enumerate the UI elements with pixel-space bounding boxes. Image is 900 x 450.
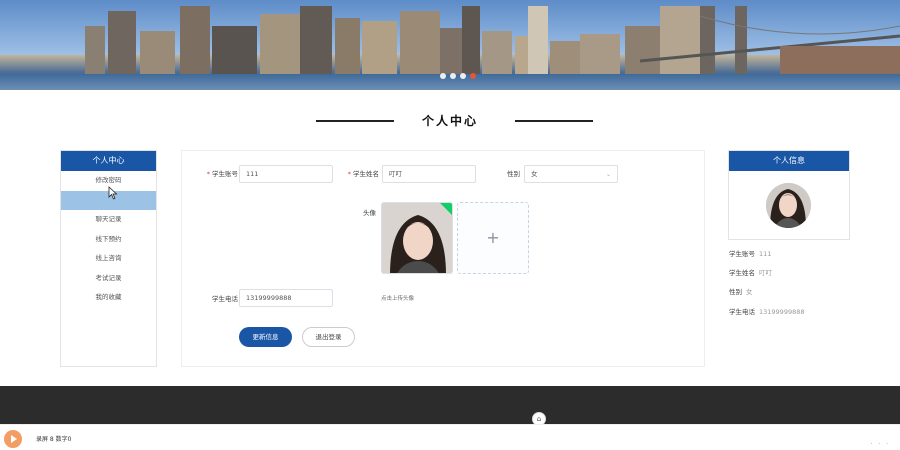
upload-success-check-icon xyxy=(440,203,452,215)
play-icon[interactable] xyxy=(4,430,22,448)
info-row-phone: 学生电话 13199999888 xyxy=(729,307,805,317)
required-mark: * xyxy=(206,170,210,178)
carousel-dot[interactable] xyxy=(450,73,456,79)
carousel-dot-active[interactable] xyxy=(470,73,476,79)
sidebar-header: 个人中心 xyxy=(61,151,156,171)
banner-carousel[interactable] xyxy=(0,0,900,90)
avatar-label: 头像 xyxy=(363,209,376,217)
avatar-image xyxy=(766,183,811,228)
avatar-upload-button[interactable]: + xyxy=(457,202,529,274)
recorder-status-text: 录屏 8 数字0 xyxy=(36,436,72,443)
sidebar-menu: 个人中心 修改密码 聊天记录 线下预约 线上咨询 考试记录 我的收藏 xyxy=(60,150,157,367)
title-divider-left xyxy=(316,120,394,122)
info-value: 叮叮 xyxy=(759,269,772,277)
gender-selected-value: 女 xyxy=(531,170,538,178)
info-row-gender: 性别女 xyxy=(729,287,753,297)
sidebar-item-exam-records[interactable]: 考试记录 xyxy=(61,269,156,289)
info-value: 111 xyxy=(759,250,772,258)
update-info-button[interactable]: 更新信息 xyxy=(239,327,292,347)
sidebar-item-offline-appointment[interactable]: 线下预约 xyxy=(61,230,156,250)
gender-label: 性别 xyxy=(507,170,520,178)
section-header: 个人中心 xyxy=(0,110,900,130)
info-label: 学生电话 xyxy=(729,308,755,316)
plus-icon: + xyxy=(486,228,500,247)
page-footer: ⌂ xyxy=(0,386,900,426)
more-icon[interactable]: · · · xyxy=(870,441,890,448)
info-row-account: 学生账号 111 xyxy=(729,249,771,259)
required-mark: * xyxy=(347,170,351,178)
gender-select[interactable]: 女 ⌄ xyxy=(524,165,618,183)
carousel-indicators xyxy=(440,73,476,79)
carousel-dot[interactable] xyxy=(440,73,446,79)
sidebar-item-chat-history[interactable]: 聊天记录 xyxy=(61,210,156,230)
mouse-cursor-icon xyxy=(108,186,118,200)
carousel-dot[interactable] xyxy=(460,73,466,79)
title-divider-right xyxy=(515,120,593,122)
chevron-down-icon: ⌄ xyxy=(605,171,611,178)
info-row-name: 学生姓名 叮叮 xyxy=(729,268,772,278)
page-title: 个人中心 xyxy=(421,114,478,128)
screen-recorder-bar: 录屏 8 数字0 · · · xyxy=(0,424,900,450)
sidebar-item-favorites[interactable]: 我的收藏 xyxy=(61,288,156,308)
info-value: 女 xyxy=(746,288,753,296)
profile-card-header: 个人信息 xyxy=(729,151,849,171)
info-label: 学生姓名 xyxy=(729,269,755,277)
info-label: 性别 xyxy=(729,288,742,296)
phone-input[interactable]: 13199999888 xyxy=(239,289,333,307)
avatar xyxy=(766,183,811,228)
info-value: 13199999888 xyxy=(759,308,805,316)
account-label: * 学生账号 xyxy=(206,170,238,178)
name-input[interactable]: 叮叮 xyxy=(382,165,476,183)
logout-button[interactable]: 退出登录 xyxy=(302,327,355,347)
name-label: * 学生姓名 xyxy=(347,170,379,178)
avatar-preview[interactable] xyxy=(381,202,453,274)
upload-hint: 点击上传头像 xyxy=(381,296,415,302)
info-label: 学生账号 xyxy=(729,250,755,258)
city-skyline-image xyxy=(85,6,900,76)
sidebar-item-online-consult[interactable]: 线上咨询 xyxy=(61,249,156,269)
phone-label: 学生电话 xyxy=(212,295,238,303)
account-input[interactable]: 111 xyxy=(239,165,333,183)
